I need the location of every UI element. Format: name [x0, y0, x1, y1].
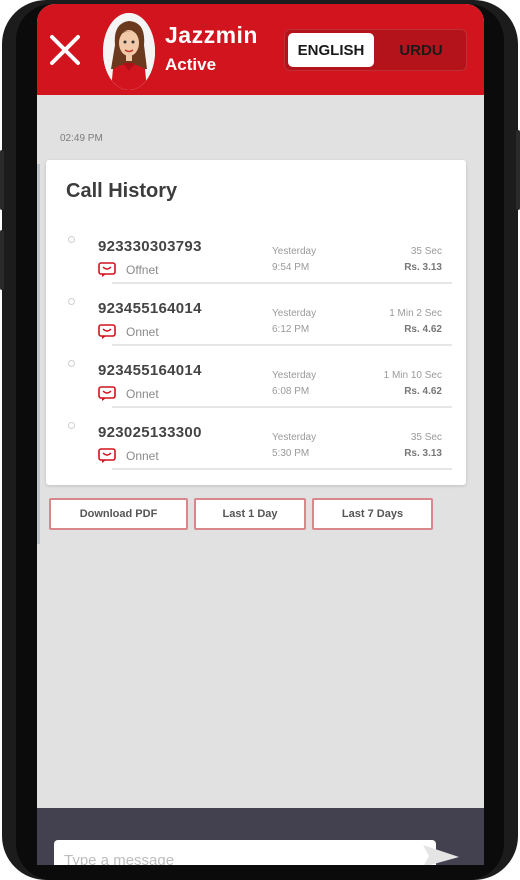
call-number: 923330303793: [98, 238, 202, 255]
row-divider: [112, 344, 452, 346]
row-bullet-icon: [68, 360, 75, 367]
phone-side-button: [0, 230, 4, 290]
call-type-icon: [98, 448, 116, 463]
avatar: [103, 13, 155, 90]
row-bullet-icon: [68, 298, 75, 305]
call-duration: 35 Sec: [410, 246, 442, 257]
agent-status: Active: [165, 55, 217, 74]
language-english-button[interactable]: ENGLISH: [288, 33, 374, 67]
call-duration: 1 Min 2 Sec: [389, 308, 442, 319]
call-cost: Rs. 4.62: [404, 324, 442, 335]
call-number: 923025133300: [98, 424, 202, 441]
row-divider: [112, 468, 452, 470]
call-day: Yesterday: [272, 370, 317, 381]
row-divider: [112, 282, 452, 284]
call-time: 9:54 PM: [272, 262, 310, 273]
call-time: 6:12 PM: [272, 324, 310, 335]
call-number: 923455164014: [98, 300, 202, 317]
message-composer: [37, 808, 484, 865]
call-history-row[interactable]: 923455164014 Onnet Yesterday 6:12 PM 1 M…: [46, 290, 466, 352]
call-cost: Rs. 3.13: [404, 262, 442, 273]
language-urdu-button[interactable]: URDU: [379, 33, 463, 67]
call-day: Yesterday: [272, 308, 317, 319]
message-input[interactable]: [54, 840, 436, 865]
call-time: 6:08 PM: [272, 386, 310, 397]
quick-reply-bar: Download PDF Last 1 Day Last 7 Days: [49, 498, 449, 532]
chat-screen: Jazzmin Active ENGLISH URDU 02:49 PM Cal…: [37, 4, 484, 865]
call-history-title: Call History: [66, 180, 178, 202]
call-network: Onnet: [126, 449, 159, 463]
call-type-icon: [98, 386, 116, 401]
chat-header: Jazzmin Active ENGLISH URDU: [37, 4, 484, 95]
call-time: 5:30 PM: [272, 448, 310, 459]
message-rail: [37, 164, 40, 544]
call-day: Yesterday: [272, 432, 317, 443]
row-divider: [112, 406, 452, 408]
call-day: Yesterday: [272, 246, 317, 257]
call-network: Onnet: [126, 387, 159, 401]
agent-avatar-icon: [103, 13, 155, 90]
row-bullet-icon: [68, 236, 75, 243]
last-1-day-button[interactable]: Last 1 Day: [194, 498, 306, 530]
call-history-card: Call History 923330303793 Offnet Yesterd…: [46, 160, 466, 485]
call-type-icon: [98, 262, 116, 277]
call-history-row[interactable]: 923025133300 Onnet Yesterday 5:30 PM 35 …: [46, 414, 466, 476]
call-duration: 35 Sec: [410, 432, 442, 443]
call-duration: 1 Min 10 Sec: [383, 370, 442, 381]
call-type-icon: [98, 324, 116, 339]
message-timestamp: 02:49 PM: [60, 133, 103, 144]
call-number: 923455164014: [98, 362, 202, 379]
call-cost: Rs. 3.13: [404, 448, 442, 459]
phone-side-button: [516, 130, 520, 210]
agent-name: Jazzmin: [165, 22, 258, 48]
close-icon[interactable]: [47, 32, 83, 68]
send-icon[interactable]: [421, 843, 461, 865]
call-cost: Rs. 4.62: [404, 386, 442, 397]
last-7-days-button[interactable]: Last 7 Days: [312, 498, 433, 530]
call-history-row[interactable]: 923455164014 Onnet Yesterday 6:08 PM 1 M…: [46, 352, 466, 414]
language-toggle: ENGLISH URDU: [284, 29, 467, 71]
row-bullet-icon: [68, 422, 75, 429]
call-network: Offnet: [126, 263, 159, 277]
download-pdf-button[interactable]: Download PDF: [49, 498, 188, 530]
phone-side-button: [0, 150, 4, 210]
call-history-row[interactable]: 923330303793 Offnet Yesterday 9:54 PM 35…: [46, 228, 466, 290]
call-network: Onnet: [126, 325, 159, 339]
